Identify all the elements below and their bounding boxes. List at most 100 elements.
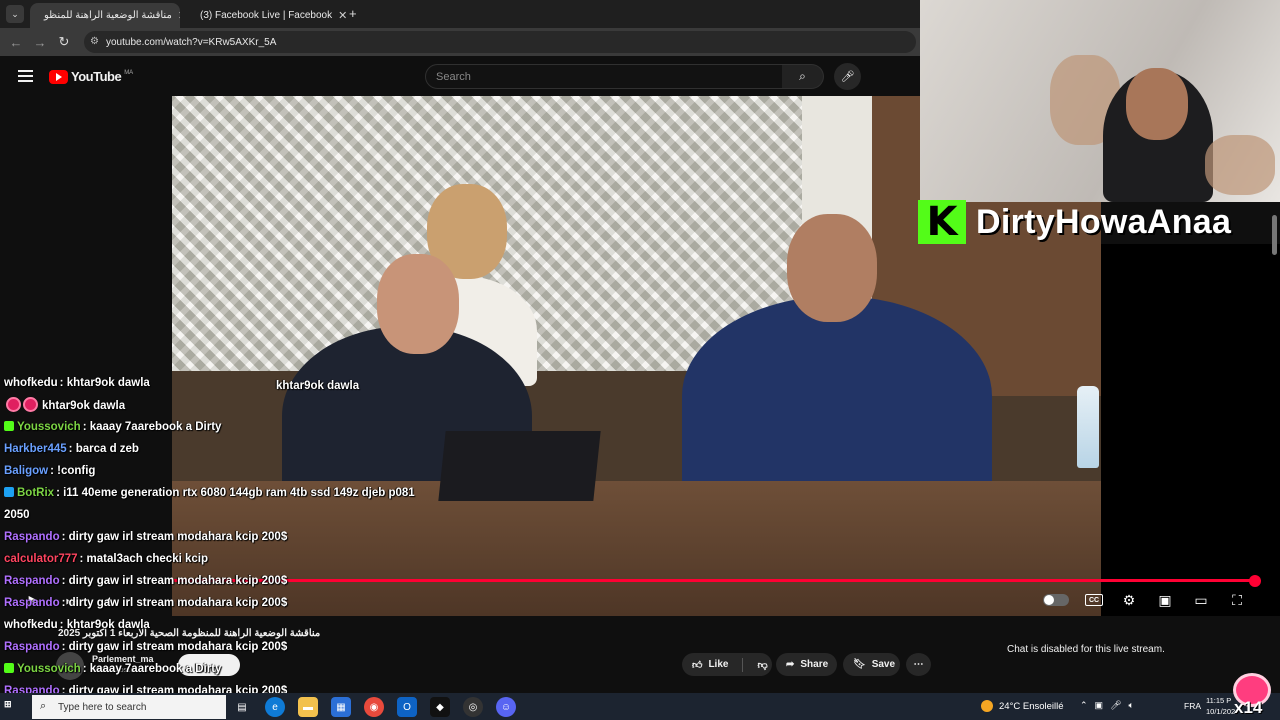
tab-youtube[interactable]: مناقشة الوضعية الراهنة للمنظو ✕ xyxy=(30,3,180,28)
chat-text: khtar9ok dawla xyxy=(66,377,150,389)
subtitles-button[interactable]: CC xyxy=(1085,594,1103,606)
chevron-up-icon[interactable]: ⌃ xyxy=(1080,700,1088,711)
chat-username[interactable]: whofkedu xyxy=(4,377,58,389)
chat-separator: : xyxy=(82,421,90,433)
chat-username[interactable]: Baligow xyxy=(4,465,48,477)
tab-search-dropdown[interactable]: ⌄ xyxy=(6,5,24,23)
chat-message: calculator777: matal3ach checki kcip xyxy=(4,553,208,565)
menu-icon[interactable] xyxy=(18,70,33,82)
chat-separator: : xyxy=(59,377,67,389)
network-icon[interactable]: ▣ xyxy=(1095,700,1104,711)
chat-message: whofkedu: khtar9ok dawla xyxy=(4,377,150,389)
speaker-right xyxy=(682,296,992,496)
chat-username[interactable]: Harkber445 xyxy=(4,443,67,455)
like-dislike-group[interactable]: 👍︎ Like 👎︎ xyxy=(682,653,772,676)
progress-scrubber[interactable] xyxy=(1249,575,1261,587)
chat-separator: : xyxy=(82,663,90,675)
search-button[interactable]: ⌕ xyxy=(782,64,824,89)
fullscreen-icon[interactable]: ⛶ xyxy=(1227,591,1247,609)
thumbs-down-icon[interactable]: 👎︎ xyxy=(757,659,767,671)
store-icon[interactable]: ▦ xyxy=(331,697,351,717)
volume-icon[interactable]: 🔈︎ xyxy=(1129,700,1134,711)
chat-separator: : xyxy=(79,553,87,565)
discord-icon[interactable]: ☺ xyxy=(496,697,516,717)
tab-facebook[interactable]: (3) Facebook Live | Facebook ✕ xyxy=(186,3,346,28)
chat-message: Raspando: dirty gaw irl stream modahara … xyxy=(4,597,287,609)
chat-separator: : xyxy=(68,443,76,455)
outlook-icon[interactable]: O xyxy=(397,697,417,717)
chat-username[interactable]: Youssovich xyxy=(17,421,81,433)
chat-username[interactable]: calculator777 xyxy=(4,553,78,565)
youtube-logo[interactable]: YouTube MA xyxy=(49,69,133,84)
clock[interactable]: 11:15 P 10/1/202 xyxy=(1206,695,1235,717)
forward-arrow-icon[interactable]: → xyxy=(32,34,48,50)
more-actions-button[interactable]: ⋯ xyxy=(906,653,931,676)
sun-icon xyxy=(981,700,993,712)
progress-bar[interactable] xyxy=(172,579,1255,582)
steam-icon[interactable]: ◎ xyxy=(463,697,483,717)
search-icon: ⌕ xyxy=(40,700,47,712)
chat-message: Youssovich: kaaay 7aarebook a Dirty xyxy=(4,663,221,675)
youtube-wordmark: YouTube xyxy=(71,69,122,84)
chat-message: BotRix: i11 40eme generation rtx 6080 14… xyxy=(4,487,415,499)
chat-message: 2050 xyxy=(4,509,30,521)
scrollbar[interactable] xyxy=(1272,215,1277,255)
thumbs-up-icon[interactable]: 👍︎ xyxy=(692,659,702,671)
streamer-head xyxy=(1126,68,1188,140)
chat-separator: : xyxy=(61,575,69,587)
chat-text: dirty gaw irl stream modahara kcip 200$ xyxy=(68,531,288,543)
miniplayer-icon[interactable]: ▣ xyxy=(1155,591,1175,609)
search-input[interactable]: Search xyxy=(425,64,783,89)
voice-search-button[interactable]: 🎤︎ xyxy=(834,63,861,90)
streamer-hand xyxy=(1205,135,1275,195)
chat-ghost-message: khtar9ok dawla xyxy=(276,380,360,392)
chat-username[interactable]: Raspando xyxy=(4,641,60,653)
chat-username[interactable]: whofkedu xyxy=(4,619,58,631)
chat-username[interactable]: Raspando xyxy=(4,531,60,543)
taskbar-search-input[interactable]: ⌕ Type here to search xyxy=(32,695,226,719)
file-explorer-icon[interactable]: ▬ xyxy=(298,697,318,717)
chat-username[interactable]: Raspando xyxy=(4,575,60,587)
save-label: Save xyxy=(871,659,896,670)
chat-text: khtar9ok dawla xyxy=(66,619,150,631)
address-bar[interactable]: ⚙ youtube.com/watch?v=KRw5AXKr_5A xyxy=(84,31,916,53)
settings-gear-icon[interactable]: ⚙ xyxy=(1119,591,1139,609)
search-placeholder: Search xyxy=(436,70,471,83)
start-button[interactable]: ⊞ xyxy=(4,699,22,714)
like-label[interactable]: Like xyxy=(708,659,728,670)
language-indicator[interactable]: FRA xyxy=(1184,701,1201,711)
system-tray[interactable]: ⌃ ▣ 🎤︎ 🔈︎ xyxy=(1080,700,1134,711)
theater-mode-icon[interactable]: ▭ xyxy=(1191,591,1211,609)
chrome-icon[interactable]: ◉ xyxy=(364,697,384,717)
chat-username[interactable]: BotRix xyxy=(17,487,54,499)
site-settings-icon[interactable]: ⚙ xyxy=(90,36,99,47)
back-arrow-icon[interactable]: ← xyxy=(8,34,24,50)
weather-widget[interactable]: 24°C Ensoleillé xyxy=(981,700,1064,712)
epic-games-icon[interactable]: ◆ xyxy=(430,697,450,717)
streamer-webcam xyxy=(920,0,1280,202)
edge-icon[interactable]: e xyxy=(265,697,285,717)
new-tab-button[interactable]: + xyxy=(349,6,357,21)
microphone-icon[interactable]: 🎤︎ xyxy=(1110,700,1121,711)
task-view-icon[interactable]: ▤ xyxy=(232,697,252,717)
close-tab-icon[interactable]: ✕ xyxy=(338,9,346,22)
chat-message: Raspando: dirty gaw irl stream modahara … xyxy=(4,641,287,653)
chat-text: barca d zeb xyxy=(75,443,139,455)
chat-text: dirty gaw irl stream modahara kcip 200$ xyxy=(68,575,288,587)
chat-message: whofkedu: khtar9ok dawla xyxy=(4,619,150,631)
chat-separator: : xyxy=(61,531,69,543)
close-tab-icon[interactable]: ✕ xyxy=(178,9,180,22)
taskbar-search-placeholder: Type here to search xyxy=(58,701,147,713)
heart-emote-icon xyxy=(25,399,36,410)
save-button[interactable]: 🔖︎ Save xyxy=(843,653,900,676)
speaker-right-head xyxy=(787,214,877,322)
gift-count: x14 xyxy=(1234,698,1263,717)
autoplay-toggle[interactable] xyxy=(1043,594,1069,606)
reload-icon[interactable]: ↻ xyxy=(56,34,72,50)
url-text: youtube.com/watch?v=KRw5AXKr_5A xyxy=(106,36,277,48)
more-icon: ⋯ xyxy=(913,659,924,670)
share-button[interactable]: ➦ Share xyxy=(776,653,837,676)
chat-username[interactable]: Youssovich xyxy=(17,663,81,675)
chat-username[interactable]: Raspando xyxy=(4,597,60,609)
chat-text: kaaay 7aarebook a Dirty xyxy=(89,421,222,433)
